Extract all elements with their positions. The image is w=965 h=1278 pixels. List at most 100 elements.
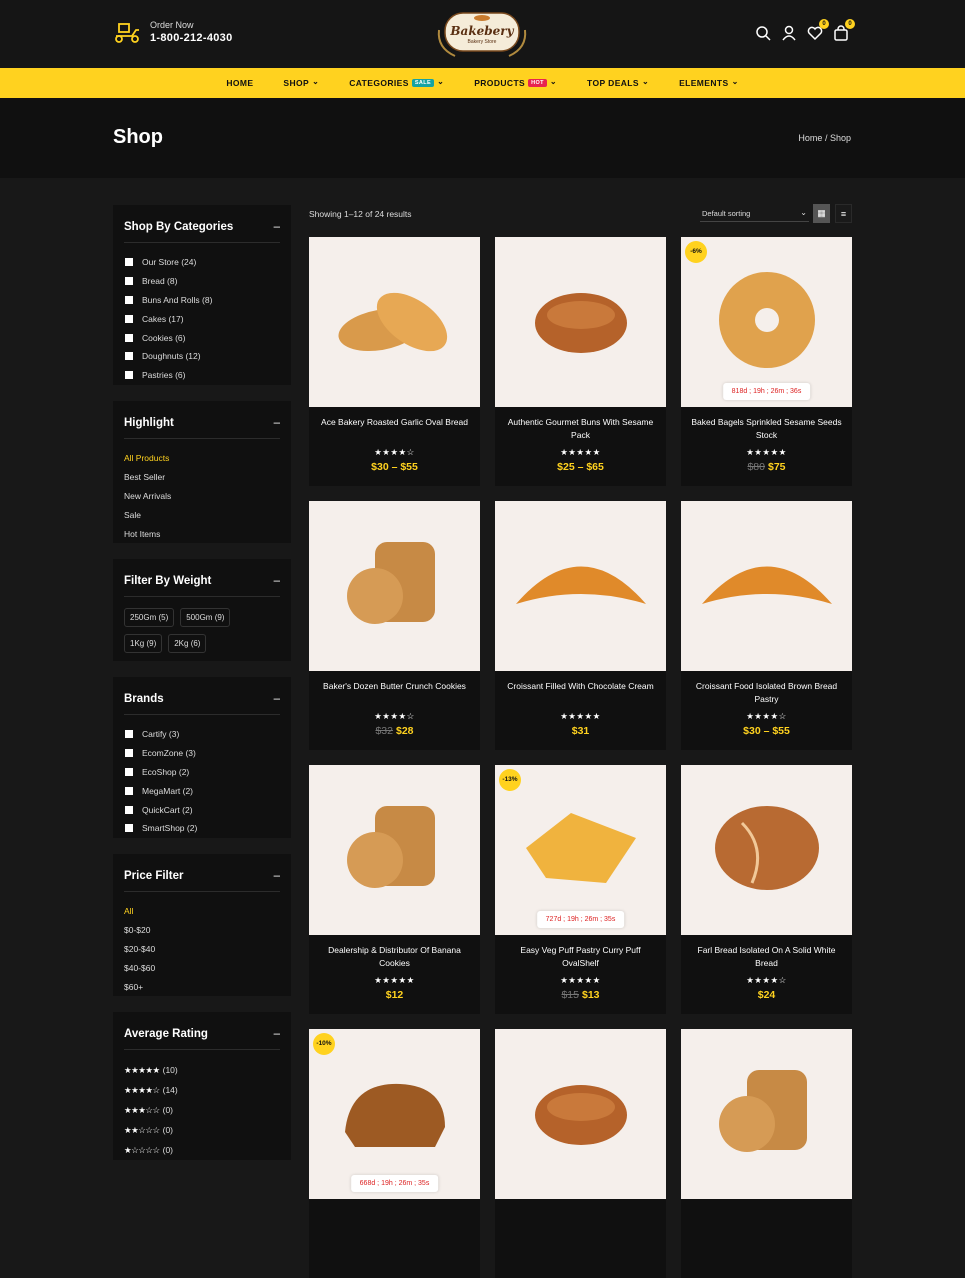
product-image[interactable] xyxy=(495,501,666,671)
filter-checkbox-row[interactable]: Cookies (6) xyxy=(124,328,280,347)
weight-filter-chip[interactable]: 2Kg (6) xyxy=(168,634,207,653)
order-now-block[interactable]: Order Now 1-800-212-4030 xyxy=(113,20,232,45)
product-image[interactable] xyxy=(681,501,852,671)
product-card[interactable]: -6% 818d ; 19h ; 26m ; 36s Baked Bagels Sp… xyxy=(681,237,852,486)
product-card[interactable]: Farl Bread Isolated On A Solid White Bre… xyxy=(681,765,852,1014)
product-card[interactable]: -10% 668d ; 19h ; 26m ; 35s xyxy=(309,1029,480,1278)
collapse-icon[interactable]: – xyxy=(274,1028,280,1040)
product-card[interactable] xyxy=(495,1029,666,1278)
product-image[interactable] xyxy=(681,765,852,935)
collapse-icon[interactable]: – xyxy=(274,575,280,587)
filter-link[interactable]: Sale xyxy=(124,505,280,524)
user-icon[interactable] xyxy=(781,25,797,41)
filter-link[interactable]: $40-$60 xyxy=(124,958,280,977)
checkbox[interactable] xyxy=(125,352,133,361)
checkbox[interactable] xyxy=(125,805,133,814)
checkbox[interactable] xyxy=(125,258,133,267)
rating-filter-row[interactable]: ★★★★☆ (14) xyxy=(124,1080,280,1100)
product-name[interactable]: Farl Bread Isolated On A Solid White Bre… xyxy=(681,935,852,971)
checkbox[interactable] xyxy=(125,333,133,342)
cart-bag-icon[interactable]: 0 xyxy=(833,19,855,41)
filter-checkbox-row[interactable]: Doughnuts (12) xyxy=(124,347,280,366)
product-card[interactable]: Croissant Food Isolated Brown Bread Past… xyxy=(681,501,852,750)
nav-item[interactable]: SHOP ⌄ xyxy=(283,77,319,89)
nav-item[interactable]: ELEMENTS ⌄ xyxy=(679,77,739,89)
checkbox[interactable] xyxy=(125,767,133,776)
phone-number[interactable]: 1-800-212-4030 xyxy=(150,31,232,45)
filter-link[interactable]: $20-$40 xyxy=(124,940,280,959)
list-view-button[interactable]: ≡ xyxy=(835,204,852,223)
filter-checkbox-row[interactable]: SmartShop (2) xyxy=(124,819,280,838)
filter-link[interactable]: All Products xyxy=(124,449,280,468)
checkbox[interactable] xyxy=(125,371,133,380)
product-card[interactable]: Ace Bakery Roasted Garlic Oval Bread ★★★★… xyxy=(309,237,480,486)
product-image[interactable] xyxy=(495,237,666,407)
rating-filter-row[interactable]: ★★☆☆☆ (0) xyxy=(124,1120,280,1140)
sort-select[interactable]: Default sorting ⌄ xyxy=(700,206,809,222)
product-image[interactable] xyxy=(495,1029,666,1199)
weight-filter-chip[interactable]: 250Gm (5) xyxy=(124,608,175,627)
product-image[interactable] xyxy=(681,1029,852,1199)
checkbox[interactable] xyxy=(125,277,133,286)
product-name[interactable]: Ace Bakery Roasted Garlic Oval Bread xyxy=(309,407,480,443)
filter-checkbox-row[interactable]: MegaMart (2) xyxy=(124,781,280,800)
product-name[interactable]: Dealership & Distributor Of Banana Cooki… xyxy=(309,935,480,971)
product-card[interactable]: Dealership & Distributor Of Banana Cooki… xyxy=(309,765,480,1014)
product-image[interactable]: -6% 818d ; 19h ; 26m ; 36s xyxy=(681,237,852,407)
product-name[interactable]: Easy Veg Puff Pastry Curry Puff OvalShel… xyxy=(495,935,666,971)
product-image[interactable] xyxy=(309,765,480,935)
product-image[interactable] xyxy=(309,237,480,407)
product-image[interactable]: -13% 727d ; 19h ; 26m ; 35s xyxy=(495,765,666,935)
nav-item[interactable]: CATEGORIES SALE ⌄ xyxy=(349,77,444,89)
search-icon[interactable] xyxy=(755,25,771,41)
filter-link[interactable]: Best Seller xyxy=(124,468,280,487)
filter-checkbox-row[interactable]: Bread (8) xyxy=(124,272,280,291)
product-name[interactable]: Authentic Gourmet Buns With Sesame Pack xyxy=(495,407,666,443)
nav-item[interactable]: HOME xyxy=(226,78,253,88)
product-card[interactable] xyxy=(681,1029,852,1278)
site-logo[interactable]: Bakebery Bakery Store xyxy=(433,10,531,60)
filter-link[interactable]: Hot Items xyxy=(124,524,280,543)
filter-checkbox-row[interactable]: Our Store (24) xyxy=(124,253,280,272)
nav-item[interactable]: TOP DEALS ⌄ xyxy=(587,77,649,89)
filter-link[interactable]: All xyxy=(124,902,280,921)
filter-link[interactable]: $0-$20 xyxy=(124,921,280,940)
filter-link[interactable]: $60+ xyxy=(124,977,280,996)
rating-filter-row[interactable]: ★★★★★ (10) xyxy=(124,1060,280,1080)
grid-view-button[interactable]: ▦ xyxy=(813,204,830,223)
collapse-icon[interactable]: – xyxy=(274,693,280,705)
filter-checkbox-row[interactable]: QuickCart (2) xyxy=(124,800,280,819)
breadcrumb-home-link[interactable]: Home xyxy=(798,133,822,143)
wishlist-heart-icon[interactable]: 0 xyxy=(807,19,829,41)
filter-checkbox-row[interactable]: EcomZone (3) xyxy=(124,744,280,763)
rating-filter-row[interactable]: ★★★☆☆ (0) xyxy=(124,1100,280,1120)
checkbox[interactable] xyxy=(125,314,133,323)
collapse-icon[interactable]: – xyxy=(274,870,280,882)
product-image[interactable]: -10% 668d ; 19h ; 26m ; 35s xyxy=(309,1029,480,1199)
weight-filter-chip[interactable]: 1Kg (9) xyxy=(124,634,163,653)
product-card[interactable]: Croissant Filled With Chocolate Cream ★★★… xyxy=(495,501,666,750)
filter-link[interactable]: New Arrivals xyxy=(124,487,280,506)
product-name[interactable]: Baked Bagels Sprinkled Sesame Seeds Stoc… xyxy=(681,407,852,443)
nav-item[interactable]: PRODUCTS HOT ⌄ xyxy=(474,77,557,89)
product-card[interactable]: -13% 727d ; 19h ; 26m ; 35s Easy Veg Puff … xyxy=(495,765,666,1014)
checkbox[interactable] xyxy=(125,295,133,304)
filter-checkbox-row[interactable]: Pastries (6) xyxy=(124,366,280,385)
checkbox[interactable] xyxy=(125,730,133,739)
product-image[interactable] xyxy=(309,501,480,671)
filter-checkbox-row[interactable]: EcoShop (2) xyxy=(124,763,280,782)
rating-filter-row[interactable]: ★☆☆☆☆ (0) xyxy=(124,1140,280,1160)
product-name[interactable]: Baker's Dozen Butter Crunch Cookies xyxy=(309,671,480,707)
collapse-icon[interactable]: – xyxy=(274,417,280,429)
checkbox[interactable] xyxy=(125,824,133,833)
product-name[interactable]: Croissant Food Isolated Brown Bread Past… xyxy=(681,671,852,707)
filter-checkbox-row[interactable]: Buns And Rolls (8) xyxy=(124,291,280,310)
filter-checkbox-row[interactable]: Cartify (3) xyxy=(124,725,280,744)
checkbox[interactable] xyxy=(125,749,133,758)
weight-filter-chip[interactable]: 500Gm (9) xyxy=(180,608,231,627)
product-card[interactable]: Baker's Dozen Butter Crunch Cookies ★★★★☆… xyxy=(309,501,480,750)
product-card[interactable]: Authentic Gourmet Buns With Sesame Pack ★… xyxy=(495,237,666,486)
collapse-icon[interactable]: – xyxy=(274,221,280,233)
product-name[interactable]: Croissant Filled With Chocolate Cream xyxy=(495,671,666,707)
checkbox[interactable] xyxy=(125,786,133,795)
